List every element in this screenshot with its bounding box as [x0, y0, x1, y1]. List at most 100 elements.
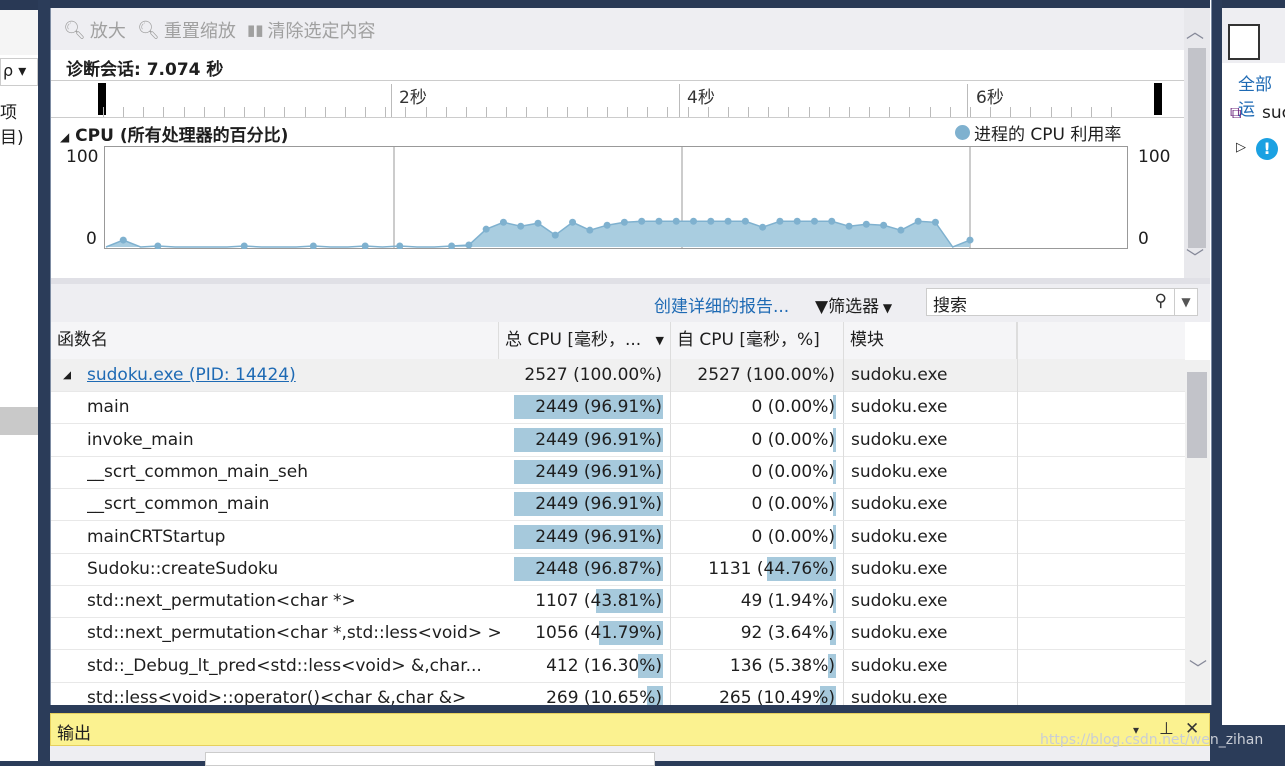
tree-view-icon[interactable] [1228, 24, 1260, 60]
session-duration: 诊断会话: 7.074 秒 [66, 60, 224, 80]
header-module[interactable]: 模块 [844, 322, 1017, 359]
vs-project-icon: ⧉ [1230, 103, 1242, 122]
timeline-ruler[interactable]: 2秒 4秒 6秒 [51, 80, 1184, 118]
self-cpu-cell: 0 (0.00%) [671, 423, 844, 456]
total-cpu-cell: 269 (10.65%) [499, 682, 671, 705]
ruler-tick [344, 107, 346, 117]
left-toolbar [0, 10, 38, 55]
table-row[interactable]: Sudoku::createSudoku 2448 (96.87%) 1131 (4… [51, 552, 1185, 586]
table-row[interactable]: invoke_main 2449 (96.91%) 0 (0.00%) sudoku.… [51, 423, 1185, 457]
total-cpu-cell: 2449 (96.91%) [499, 423, 671, 456]
ruler-tick [627, 107, 629, 117]
table-row[interactable]: std::less<void>::operator()<char &,char … [51, 682, 1185, 705]
total-cpu-value: 269 (10.65%) [546, 688, 662, 705]
cpu-data-point [534, 219, 542, 227]
timeline-scrollbar[interactable]: ︿ ﹀ [1184, 8, 1210, 278]
clear-selection-button[interactable]: ▮▮ 清除选定内容 [247, 17, 376, 43]
ruler-tick [123, 107, 125, 117]
ruler-tick [1010, 107, 1012, 117]
cpu-data-point [569, 218, 577, 226]
reset-zoom-button[interactable]: 🔍︎ 重置缩放 [137, 17, 236, 43]
table-header: 函数名 总 CPU [毫秒，... ▼ 自 CPU [毫秒，%] 模块 [51, 322, 1185, 360]
table-row[interactable]: mainCRTStartup 2449 (96.91%) 0 (0.00%) sudo… [51, 520, 1185, 554]
cpu-data-point [741, 217, 749, 225]
ruler-tick [909, 107, 911, 117]
right-splitter[interactable] [1212, 0, 1222, 761]
magnifier-icon: 🔍︎ [137, 19, 160, 41]
search-dropdown-icon[interactable]: ▼ [1174, 289, 1197, 315]
cpu-data-point [966, 236, 974, 244]
header-self-cpu[interactable]: 自 CPU [毫秒，%] [671, 322, 844, 359]
right-item-label[interactable]: suc [1262, 103, 1285, 123]
self-cpu-cell: 0 (0.00%) [671, 488, 844, 521]
ruler-tick [808, 107, 810, 117]
self-cpu-cell: 0 (0.00%) [671, 455, 844, 488]
table-scrollbar[interactable]: ﹀ [1185, 360, 1210, 705]
ruler-tick [869, 107, 871, 117]
cpu-data-point [897, 226, 905, 234]
cpu-data-point [776, 217, 784, 225]
collapse-triangle-icon[interactable]: ◢ [63, 359, 71, 391]
funnel-icon: ▼ [815, 297, 829, 317]
y-axis-max-right: 100 [1138, 147, 1171, 167]
ruler-tick [1111, 107, 1112, 117]
cpu-data-point [724, 217, 732, 225]
ruler-tick [1030, 107, 1032, 117]
expand-triangle-icon[interactable]: ▷ [1236, 140, 1246, 155]
output-source-select[interactable] [205, 752, 655, 766]
filter-dropdown[interactable]: ▼筛选器 ▼ [815, 292, 892, 317]
ruler-tick [445, 107, 447, 117]
total-cpu-cell: 2449 (96.91%) [499, 520, 671, 553]
create-report-link[interactable]: 创建详细的报告... [654, 292, 789, 317]
left-splitter[interactable] [38, 0, 50, 761]
ruler-tick [768, 107, 770, 117]
scroll-up-icon[interactable]: ︿ [1186, 18, 1204, 44]
table-row[interactable]: main 2449 (96.91%) 0 (0.00%) sudoku.exe [51, 391, 1185, 425]
magnifier-plus-icon: 🔍︎ [63, 19, 86, 41]
self-cpu-value: 0 (0.00%) [751, 526, 836, 547]
output-panel-header[interactable]: 输出 ▾ ⊥ ✕ [50, 713, 1210, 746]
search-icon[interactable]: ⚲ [1155, 291, 1167, 311]
ruler-tick [405, 107, 407, 117]
table-row[interactable]: std::next_permutation<char *> 1107 (43.81… [51, 585, 1185, 619]
ruler-tick [244, 107, 246, 117]
module-name: sudoku.exe [851, 623, 948, 644]
ruler-tick [607, 107, 608, 117]
selection-end-handle[interactable] [1154, 83, 1162, 115]
left-selected-item[interactable] [0, 407, 38, 435]
ruler-label-4s: 4秒 [687, 88, 715, 108]
search-input[interactable]: 搜索 ⚲ ▼ [926, 288, 1198, 316]
module-name: sudoku.exe [851, 461, 948, 482]
left-search-field[interactable]: ρ ▾ [0, 58, 38, 86]
table-row[interactable]: std::_Debug_lt_pred<std::less<void> &,ch… [51, 649, 1185, 683]
collapse-triangle-icon[interactable]: ◢ [60, 130, 69, 144]
table-scroll-thumb[interactable] [1187, 372, 1207, 458]
process-row[interactable]: ◢ sudoku.exe (PID: 14424) 2527 (100.00%) 25… [51, 359, 1185, 392]
table-row[interactable]: __scrt_common_main 2449 (96.91%) 0 (0.00%)… [51, 488, 1185, 522]
call-tree-table: 函数名 总 CPU [毫秒，... ▼ 自 CPU [毫秒，%] 模块 ◢ sud… [51, 322, 1185, 705]
column-divider [1017, 322, 1018, 705]
function-name: invoke_main [87, 429, 194, 450]
table-scroll-down-icon[interactable]: ﹀ [1189, 655, 1207, 681]
ruler-tick [727, 107, 729, 117]
cpu-data-point [638, 217, 646, 225]
cpu-section-title[interactable]: ◢ CPU (所有处理器的百分比) [60, 121, 288, 146]
function-name[interactable]: sudoku.exe (PID: 14424) [87, 359, 535, 391]
function-name: std::_Debug_lt_pred<std::less<void> &,ch… [87, 655, 482, 676]
left-project-label[interactable]: 项目) [0, 98, 38, 148]
cpu-data-point [482, 225, 490, 233]
scroll-down-icon[interactable]: ﹀ [1186, 244, 1204, 270]
timeline-scroll-thumb[interactable] [1188, 48, 1206, 248]
info-icon[interactable]: ! [1256, 138, 1278, 160]
table-row[interactable]: __scrt_common_main_seh 2449 (96.91%) 0 (0.… [51, 455, 1185, 489]
zoom-in-button[interactable]: 🔍︎ 放大 [63, 17, 126, 43]
ruler-tick [163, 107, 165, 117]
header-function-name[interactable]: 函数名 [51, 322, 499, 359]
ruler-tick [506, 107, 508, 117]
total-cpu-value: 2449 (96.91%) [535, 526, 662, 547]
cpu-usage-chart[interactable] [104, 146, 1128, 249]
ruler-tick [969, 107, 971, 117]
table-row[interactable]: std::next_permutation<char *,std::less<v… [51, 617, 1185, 651]
header-total-cpu[interactable]: 总 CPU [毫秒，... ▼ [499, 322, 671, 359]
selection-start-handle[interactable] [98, 83, 106, 115]
